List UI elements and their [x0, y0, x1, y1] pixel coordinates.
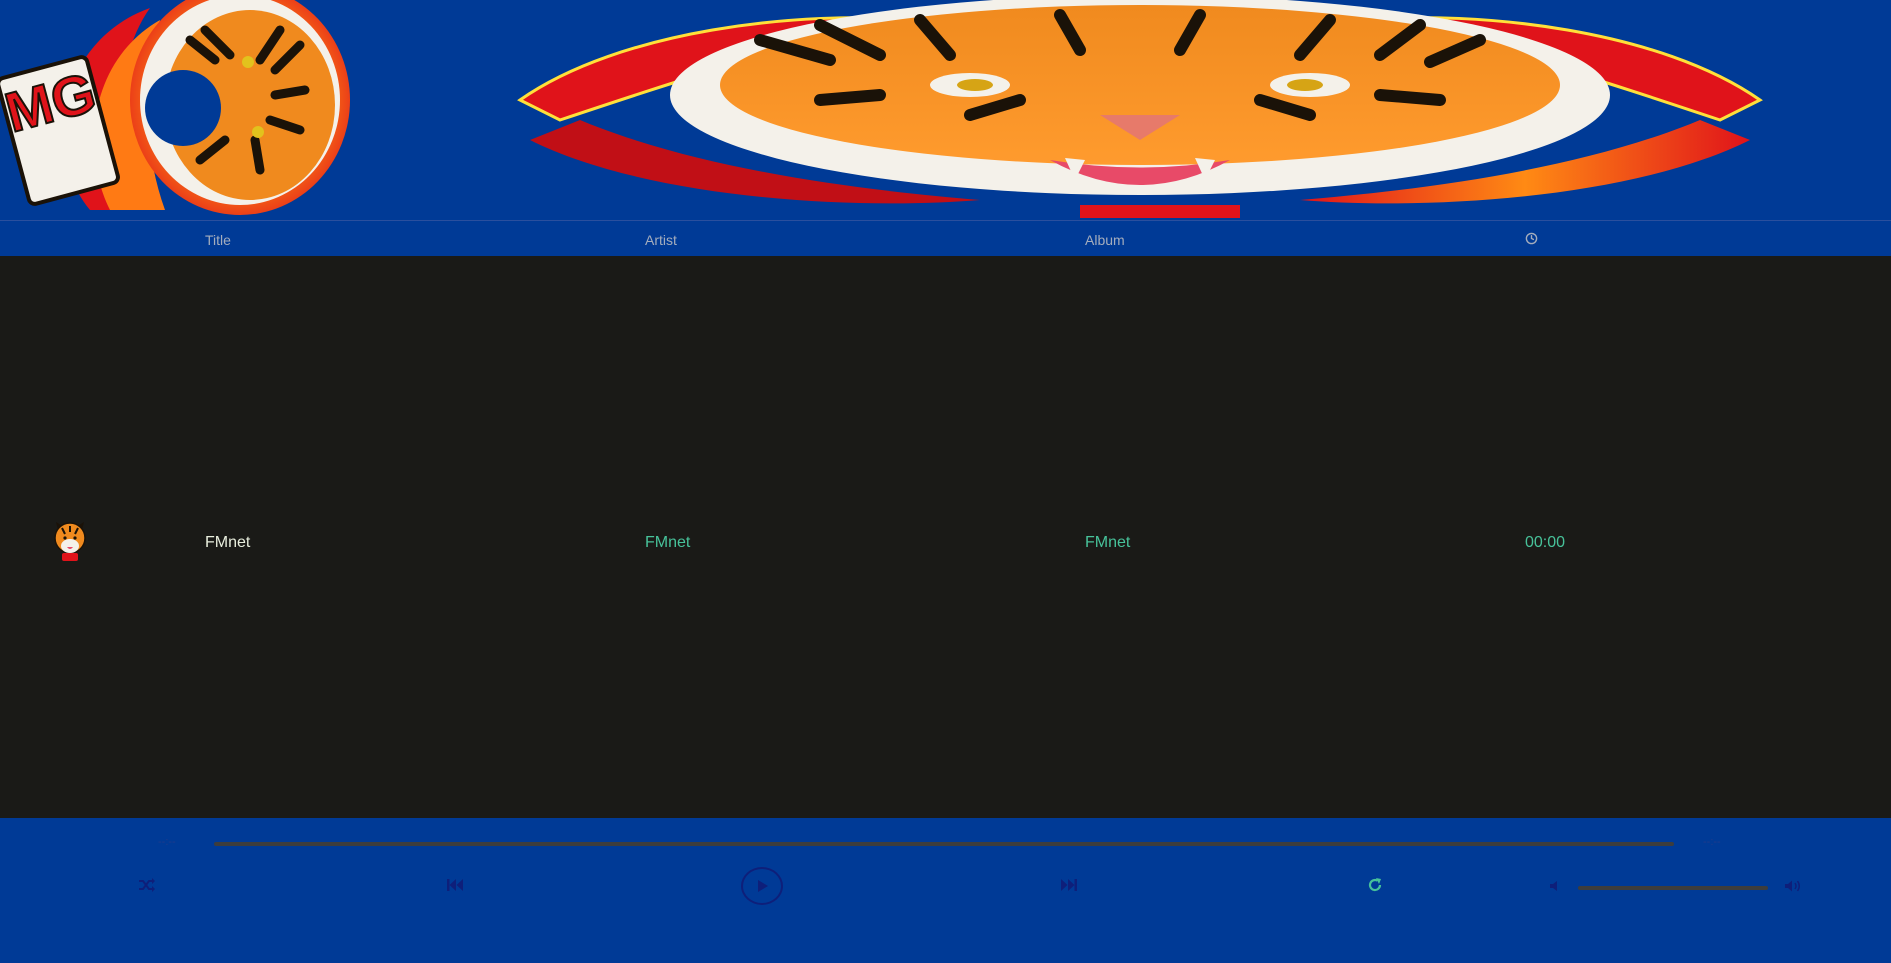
header-banner: MG	[0, 0, 1891, 218]
mg-tiger-logo: MG	[0, 0, 350, 215]
table-row[interactable]: FMnet FMnet FMnet 00:00	[0, 520, 1891, 576]
music-player-app: MG Title Artist Album FMnet FMnet FMnet …	[0, 0, 1891, 963]
repeat-icon	[1368, 878, 1382, 892]
next-button[interactable]	[1058, 874, 1080, 896]
volume-slider[interactable]	[1578, 886, 1768, 890]
repeat-button[interactable]	[1364, 874, 1386, 896]
volume-low-icon	[1550, 881, 1557, 891]
volume-low-button[interactable]	[1547, 878, 1563, 894]
play-icon	[758, 880, 768, 892]
clock-icon[interactable]	[1525, 232, 1538, 245]
shuffle-button[interactable]	[136, 874, 158, 896]
skip-forward-icon	[1061, 879, 1077, 891]
track-duration: 00:00	[1525, 534, 1566, 551]
column-album[interactable]: Album	[1085, 232, 1125, 248]
track-list-header: Title Artist Album	[0, 220, 1891, 256]
track-list: FMnet FMnet FMnet 00:00	[0, 256, 1891, 818]
play-button[interactable]	[741, 867, 783, 905]
tiger-face-banner	[517, 0, 1763, 218]
volume-high-button[interactable]	[1782, 877, 1804, 895]
column-title[interactable]: Title	[205, 232, 231, 248]
progress-bar[interactable]	[214, 842, 1674, 846]
elapsed-time: --:--	[158, 836, 176, 848]
track-title: FMnet	[205, 534, 251, 551]
tiger-thumbnail	[54, 522, 86, 561]
track-artist[interactable]: FMnet	[645, 534, 690, 552]
volume-high-icon	[1785, 880, 1800, 892]
remaining-time: --:--	[1703, 836, 1721, 848]
column-artist[interactable]: Artist	[645, 232, 677, 248]
previous-button[interactable]	[444, 874, 466, 896]
skip-back-icon	[447, 879, 463, 891]
player-controls: --:-- --:--	[0, 818, 1891, 963]
track-album[interactable]: FMnet	[1085, 534, 1130, 552]
shuffle-icon	[139, 878, 155, 892]
